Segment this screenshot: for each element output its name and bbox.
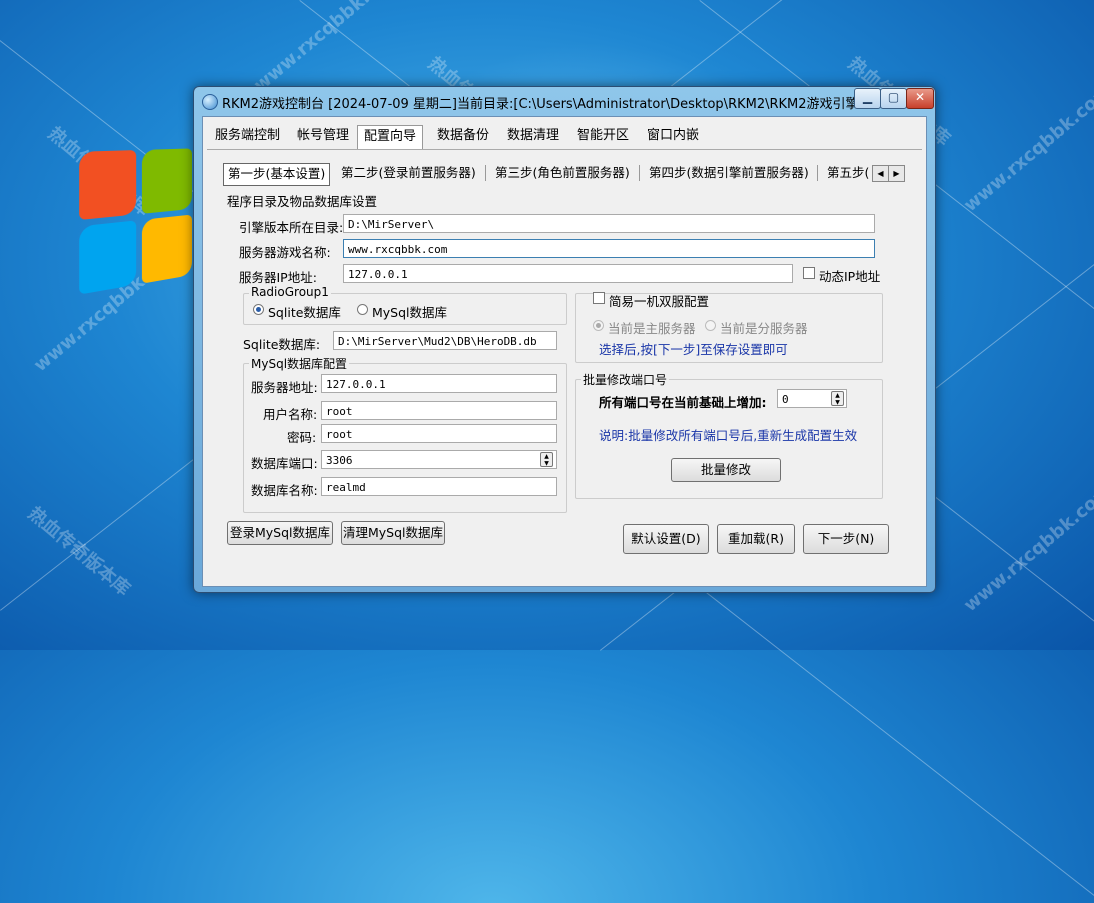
dynamic-ip-label: 动态IP地址 — [819, 269, 881, 284]
tab-backup[interactable]: 数据备份 — [431, 125, 495, 148]
radio-group-title: RadioGroup1 — [249, 285, 331, 299]
mysql-radio[interactable] — [357, 304, 368, 315]
mysql-radio-label: MySql数据库 — [372, 305, 448, 320]
section-title: 程序目录及物品数据库设置 — [227, 194, 378, 209]
server-ip-label: 服务器IP地址: — [239, 270, 317, 285]
tab-smart-open[interactable]: 智能开区 — [571, 125, 635, 148]
subtab-step3[interactable]: 第三步(角色前置服务器) — [491, 163, 634, 184]
chevron-left-icon: ◀ — [877, 169, 884, 178]
mysql-pass-input[interactable]: root — [321, 424, 557, 443]
scroll-right-button[interactable]: ▶ — [888, 165, 905, 182]
mysql-port-input[interactable]: 3306 — [321, 450, 557, 469]
mysql-host-input[interactable]: 127.0.0.1 — [321, 374, 557, 393]
mysql-pass-label: 密码: — [287, 430, 317, 445]
subtab-step5[interactable]: 第五步( — [823, 163, 875, 184]
minimize-button[interactable]: ▁ — [854, 88, 881, 109]
watermark-text: www.rxcqbbk.com — [250, 0, 406, 97]
tab-embed-window[interactable]: 窗口内嵌 — [641, 125, 705, 148]
windows-logo — [79, 148, 194, 301]
watermark-text: www.rxcqbbk.com — [960, 480, 1094, 617]
mysql-dbname-label: 数据库名称: — [251, 483, 318, 498]
reload-button[interactable]: 重加载(R) — [717, 524, 795, 554]
tab-cleanup[interactable]: 数据清理 — [501, 125, 565, 148]
batch-modify-button[interactable]: 批量修改 — [671, 458, 781, 482]
subtab-step2[interactable]: 第二步(登录前置服务器) — [337, 163, 480, 184]
app-window: RKM2游戏控制台 [2024-07-09 星期二]当前目录:[C:\Users… — [193, 86, 936, 593]
login-mysql-button[interactable]: 登录MySql数据库 — [227, 521, 333, 545]
dual-server-hint: 选择后,按[下一步]至保存设置即可 — [599, 342, 788, 357]
tab-config-wizard[interactable]: 配置向导 — [357, 125, 424, 149]
game-name-label: 服务器游戏名称: — [239, 245, 331, 260]
tab-account[interactable]: 帐号管理 — [291, 125, 355, 148]
window-title: RKM2游戏控制台 [2024-07-09 星期二]当前目录:[C:\Users… — [222, 97, 880, 112]
dual-server-title: 简易一机双服配置 — [609, 294, 710, 309]
subtab-scroller: ◀ ▶ — [872, 165, 905, 182]
sub-server-radio[interactable] — [705, 320, 716, 331]
subtab-separator — [485, 165, 486, 181]
port-batch-title: 批量修改端口号 — [581, 371, 670, 388]
engine-dir-input[interactable]: D:\MirServer\ — [343, 214, 875, 233]
scroll-left-button[interactable]: ◀ — [872, 165, 889, 182]
subtab-separator — [639, 165, 640, 181]
engine-dir-label: 引擎版本所在目录: — [239, 220, 344, 235]
subtab-step1[interactable]: 第一步(基本设置) — [223, 163, 331, 186]
window-client: 服务端控制 帐号管理 配置向导 数据备份 数据清理 智能开区 窗口内嵌 第一步(… — [202, 116, 927, 587]
sqlite-radio[interactable] — [253, 304, 264, 315]
port-increment-spinner[interactable]: ▲ ▼ — [831, 391, 844, 406]
maximize-icon: ▢ — [887, 90, 900, 104]
port-increment-label: 所有端口号在当前基础上增加: — [599, 395, 767, 410]
mysql-config-title: MySql数据库配置 — [249, 355, 350, 372]
dynamic-ip-checkbox[interactable] — [803, 267, 815, 279]
mysql-port-spinner[interactable]: ▲ ▼ — [540, 452, 553, 467]
sqlite-path-label: Sqlite数据库: — [243, 337, 321, 352]
chevron-right-icon: ▶ — [893, 169, 900, 178]
spinner-arrows-icon: ▲ ▼ — [835, 392, 840, 406]
mysql-dbname-input[interactable]: realmd — [321, 477, 557, 496]
sqlite-path-input[interactable]: D:\MirServer\Mud2\DB\HeroDB.db — [333, 331, 557, 350]
mysql-user-label: 用户名称: — [263, 407, 318, 422]
mysql-host-label: 服务器地址: — [251, 380, 318, 395]
sqlite-radio-label: Sqlite数据库 — [268, 305, 341, 320]
spinner-arrows-icon: ▲ ▼ — [544, 453, 549, 467]
mysql-port-label: 数据库端口: — [251, 456, 318, 471]
port-batch-hint: 说明:批量修改所有端口号后,重新生成配置生效 — [599, 428, 858, 443]
dual-server-checkbox[interactable] — [593, 292, 605, 304]
main-server-label: 当前是主服务器 — [608, 321, 696, 336]
game-name-input[interactable]: www.rxcqbbk.com — [343, 239, 875, 258]
sub-server-label: 当前是分服务器 — [720, 321, 808, 336]
clean-mysql-button[interactable]: 清理MySql数据库 — [341, 521, 445, 545]
subtab-step4[interactable]: 第四步(数据引擎前置服务器) — [645, 163, 813, 184]
default-settings-button[interactable]: 默认设置(D) — [623, 524, 709, 554]
mysql-user-input[interactable]: root — [321, 401, 557, 420]
tab-server-control[interactable]: 服务端控制 — [209, 125, 286, 148]
tab-divider — [207, 149, 922, 150]
app-icon — [202, 94, 218, 110]
subtab-separator — [817, 165, 818, 181]
minimize-icon: ▁ — [862, 90, 873, 104]
next-step-button[interactable]: 下一步(N) — [803, 524, 889, 554]
main-server-radio[interactable] — [593, 320, 604, 331]
title-bar[interactable]: RKM2游戏控制台 [2024-07-09 星期二]当前目录:[C:\Users… — [194, 87, 935, 115]
server-ip-input[interactable]: 127.0.0.1 — [343, 264, 793, 283]
maximize-button[interactable]: ▢ — [880, 88, 907, 109]
close-button[interactable]: ✕ — [906, 88, 934, 109]
watermark-text: www.rxcqbbk.com — [960, 80, 1094, 217]
close-icon: ✕ — [914, 90, 926, 104]
